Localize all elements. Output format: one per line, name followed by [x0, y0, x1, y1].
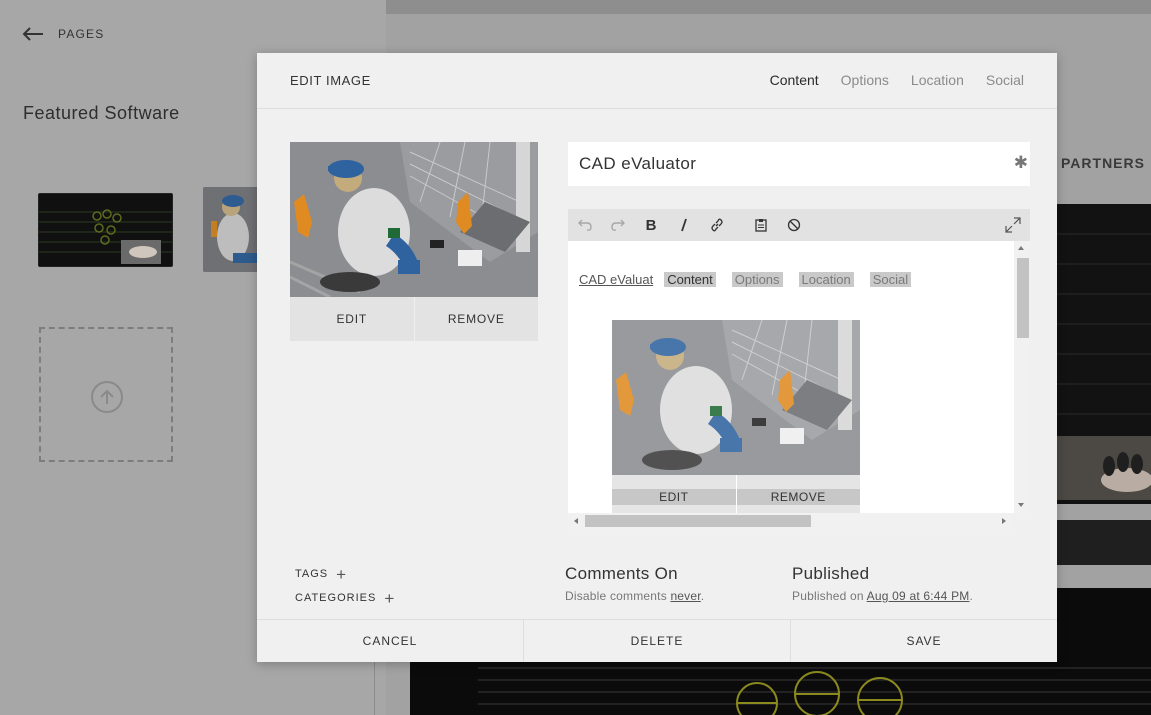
bold-icon[interactable]: B: [642, 216, 660, 234]
comments-prefix: Disable comments: [565, 589, 671, 603]
tab-content[interactable]: Content: [770, 72, 819, 88]
pasted-tab-location: Location: [798, 272, 854, 287]
arrow-left-icon: [22, 27, 43, 41]
cancel-button[interactable]: CANCEL: [257, 620, 523, 662]
dialog-footer: CANCEL DELETE SAVE: [257, 619, 1057, 662]
undo-icon[interactable]: [576, 216, 594, 234]
pasted-edit-label: EDIT: [612, 475, 736, 513]
add-tags-button[interactable]: TAGS +: [295, 564, 348, 584]
back-to-pages-link[interactable]: PAGES: [22, 26, 104, 42]
tab-location[interactable]: Location: [911, 72, 964, 88]
comments-subtext: Disable comments never.: [565, 589, 704, 603]
upload-image-dropzone[interactable]: [39, 327, 173, 462]
dialog-title: EDIT IMAGE: [290, 73, 371, 88]
publish-date-link[interactable]: Aug 09 at 6:44 PM: [867, 589, 970, 603]
redo-icon[interactable]: [609, 216, 627, 234]
description-editor: B CAD eValuat Content Options Location S…: [568, 209, 1030, 531]
published-suffix: .: [969, 589, 974, 603]
gallery-thumbnail[interactable]: [38, 193, 173, 267]
pasted-tab-social: Social: [869, 272, 912, 287]
editor-content[interactable]: CAD eValuat Content Options Location Soc…: [568, 241, 1014, 513]
horizontal-scroll-thumb[interactable]: [585, 515, 811, 527]
pasted-tab-content: Content: [664, 272, 716, 287]
dialog-header: EDIT IMAGE Content Options Location Soci…: [257, 53, 1057, 109]
save-button[interactable]: SAVE: [790, 620, 1057, 662]
image-preview: [290, 142, 538, 297]
scroll-down-icon[interactable]: [1018, 503, 1024, 507]
pasted-content-nav: CAD eValuat Content Options Location Soc…: [579, 272, 927, 287]
plus-icon: +: [384, 588, 396, 608]
upload-icon: [91, 381, 123, 413]
pasted-tab-options: Options: [731, 272, 783, 287]
partners-heading: PARTNERS: [1061, 155, 1145, 171]
dialog-tabs: Content Options Location Social: [770, 72, 1024, 88]
tags-label: TAGS: [295, 568, 329, 580]
comments-suffix: .: [700, 589, 705, 603]
remove-image-button[interactable]: REMOVE: [413, 297, 538, 341]
title-input[interactable]: [568, 142, 1008, 186]
clear-format-icon[interactable]: [785, 216, 803, 234]
paste-icon[interactable]: [752, 216, 770, 234]
scroll-left-icon[interactable]: [574, 518, 578, 524]
publish-status: Published Published on Aug 09 at 6:44 PM…: [792, 564, 973, 603]
italic-icon[interactable]: [675, 216, 693, 234]
published-title: Published: [792, 564, 870, 583]
delete-button[interactable]: DELETE: [523, 620, 790, 662]
vertical-scrollbar[interactable]: [1014, 241, 1030, 513]
section-title: Featured Software: [23, 103, 180, 123]
disable-comments-link[interactable]: never: [670, 589, 700, 603]
edit-image-button[interactable]: EDIT: [290, 297, 414, 341]
horizontal-scrollbar[interactable]: [568, 513, 1014, 529]
comments-status: Comments On Disable comments never.: [565, 564, 704, 603]
pasted-image: [612, 320, 860, 475]
tab-options[interactable]: Options: [841, 72, 889, 88]
image-actions: EDIT REMOVE: [290, 297, 538, 341]
scroll-right-icon[interactable]: [1002, 518, 1006, 524]
fullscreen-icon[interactable]: [1004, 216, 1022, 234]
gallery-thumbnail[interactable]: [203, 187, 263, 272]
edit-image-dialog: EDIT IMAGE Content Options Location Soci…: [257, 53, 1057, 662]
back-label: PAGES: [58, 27, 105, 41]
published-subtext: Published on Aug 09 at 6:44 PM.: [792, 589, 973, 603]
pasted-remove-label: REMOVE: [735, 475, 860, 513]
link-icon[interactable]: [708, 216, 726, 234]
vertical-scroll-thumb[interactable]: [1017, 258, 1029, 338]
pasted-image-actions: EDIT REMOVE: [612, 475, 860, 513]
comments-title: Comments On: [565, 564, 678, 583]
published-prefix: Published on: [792, 589, 867, 603]
editor-toolbar: B: [568, 209, 1030, 241]
background-photo: [1057, 436, 1151, 500]
scroll-up-icon[interactable]: [1018, 246, 1024, 250]
plus-icon: +: [336, 564, 348, 584]
categories-label: CATEGORIES: [295, 592, 377, 604]
background-strip: [1057, 520, 1151, 565]
title-field: ✱: [568, 142, 1030, 186]
tab-social[interactable]: Social: [986, 72, 1024, 88]
add-categories-button[interactable]: CATEGORIES +: [295, 588, 396, 608]
asterisk-icon: ✱: [1013, 153, 1028, 172]
pasted-title-link[interactable]: CAD eValuat: [579, 272, 653, 287]
